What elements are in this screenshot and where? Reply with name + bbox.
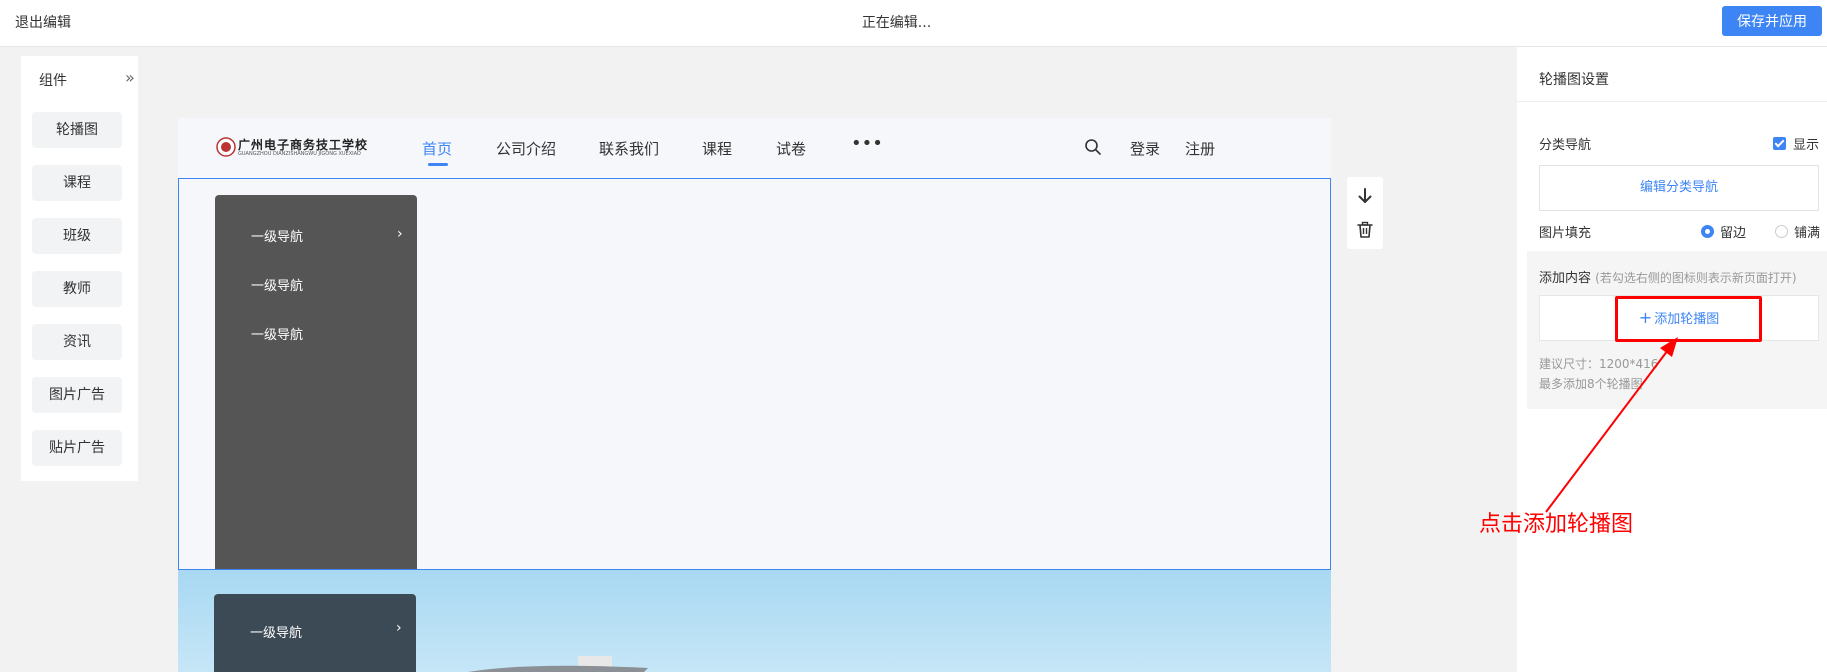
nav-company-intro[interactable]: 公司介绍 bbox=[496, 138, 556, 159]
double-chevron-right-icon[interactable]: » bbox=[125, 68, 135, 87]
components-title: 组件 bbox=[39, 73, 67, 89]
fill-cover-label: 铺满 bbox=[1794, 226, 1821, 241]
nav-contact-us[interactable]: 联系我们 bbox=[599, 138, 659, 159]
limit-hint: 最多添加8个轮播图 bbox=[1539, 377, 1643, 391]
carousel-banner-image: 一级导航 › bbox=[178, 570, 1331, 672]
plus-icon: + bbox=[1638, 308, 1653, 327]
site-header: 广州电子商务技工学校 GUANGZHOU DIANZISHANGWU JIGON… bbox=[178, 118, 1331, 178]
carousel-settings-panel: 轮播图设置 分类导航 显示 编辑分类导航 图片填充 留边 铺满 添加内容 (若勾… bbox=[1517, 47, 1827, 672]
fill-margin-radio[interactable] bbox=[1701, 225, 1714, 238]
add-content-label: 添加内容 (若勾选右侧的图标则表示新页面打开) bbox=[1539, 271, 1797, 286]
school-seal-icon bbox=[216, 137, 236, 157]
fill-margin-label: 留边 bbox=[1720, 226, 1747, 241]
component-news-button[interactable]: 资讯 bbox=[32, 324, 122, 360]
show-category-checkbox[interactable] bbox=[1773, 137, 1786, 150]
module-tools bbox=[1347, 177, 1383, 249]
components-header: 组件 » bbox=[21, 56, 138, 102]
nav-courses[interactable]: 课程 bbox=[702, 138, 732, 159]
category-nav-item[interactable]: 一级导航 bbox=[250, 622, 302, 641]
components-panel: 组件 » 轮播图 课程 班级 教师 资讯 图片广告 贴片广告 bbox=[21, 56, 138, 481]
component-teacher-button[interactable]: 教师 bbox=[32, 271, 122, 307]
edit-category-nav-button[interactable]: 编辑分类导航 bbox=[1539, 165, 1819, 211]
annotation-text: 点击添加轮播图 bbox=[1479, 512, 1634, 537]
nav-home[interactable]: 首页 bbox=[422, 138, 452, 159]
search-icon[interactable] bbox=[1084, 138, 1102, 156]
add-content-hint: (若勾选右侧的图标则表示新页面打开) bbox=[1595, 271, 1797, 285]
logo-subtext: GUANGZHOU DIANZISHANGWU JIGONG XUEXIAO bbox=[238, 151, 361, 157]
nav-exams[interactable]: 试卷 bbox=[776, 138, 806, 159]
category-nav-label: 分类导航 bbox=[1539, 138, 1592, 153]
component-image-ad-button[interactable]: 图片广告 bbox=[32, 377, 122, 413]
size-hint: 建议尺寸：1200*416 bbox=[1539, 357, 1659, 371]
arrow-down-icon[interactable] bbox=[1356, 187, 1374, 205]
add-carousel-button[interactable]: + 添加轮播图 bbox=[1539, 295, 1819, 341]
chevron-right-icon: › bbox=[397, 226, 403, 242]
component-course-button[interactable]: 课程 bbox=[32, 165, 122, 201]
school-logo: 广州电子商务技工学校 GUANGZHOU DIANZISHANGWU JIGON… bbox=[216, 136, 398, 160]
trash-icon[interactable] bbox=[1356, 221, 1374, 239]
component-carousel-button[interactable]: 轮播图 bbox=[32, 112, 122, 148]
category-nav-item[interactable]: 一级导航 bbox=[251, 324, 303, 343]
page-canvas: 广州电子商务技工学校 GUANGZHOU DIANZISHANGWU JIGON… bbox=[178, 118, 1331, 672]
save-and-apply-button[interactable]: 保存并应用 bbox=[1722, 6, 1822, 36]
login-link[interactable]: 登录 bbox=[1130, 138, 1160, 159]
component-class-button[interactable]: 班级 bbox=[32, 218, 122, 254]
add-content-section: 添加内容 (若勾选右侧的图标则表示新页面打开) + 添加轮播图 建议尺寸：1200… bbox=[1527, 251, 1827, 409]
ship-illustration bbox=[468, 656, 648, 672]
category-nav-panel: 一级导航 › 一级导航 一级导航 bbox=[215, 195, 417, 569]
category-nav-panel bbox=[214, 594, 416, 672]
image-fill-label: 图片填充 bbox=[1539, 226, 1592, 241]
component-patch-ad-button[interactable]: 贴片广告 bbox=[32, 430, 122, 466]
editing-status: 正在编辑... bbox=[861, 15, 932, 31]
nav-active-indicator bbox=[428, 163, 448, 166]
ellipsis-icon[interactable]: ••• bbox=[851, 133, 883, 154]
fill-cover-radio[interactable] bbox=[1775, 225, 1788, 238]
chevron-right-icon: › bbox=[396, 620, 402, 636]
show-label: 显示 bbox=[1793, 138, 1820, 153]
register-link[interactable]: 注册 bbox=[1185, 138, 1215, 159]
carousel-module-selected[interactable]: 一级导航 › 一级导航 一级导航 bbox=[178, 178, 1331, 570]
category-nav-item[interactable]: 一级导航 bbox=[251, 226, 303, 245]
settings-divider bbox=[1517, 101, 1827, 102]
settings-title: 轮播图设置 bbox=[1539, 72, 1609, 88]
top-bar: 退出编辑 正在编辑... 保存并应用 bbox=[0, 0, 1827, 47]
category-nav-item[interactable]: 一级导航 bbox=[251, 275, 303, 294]
